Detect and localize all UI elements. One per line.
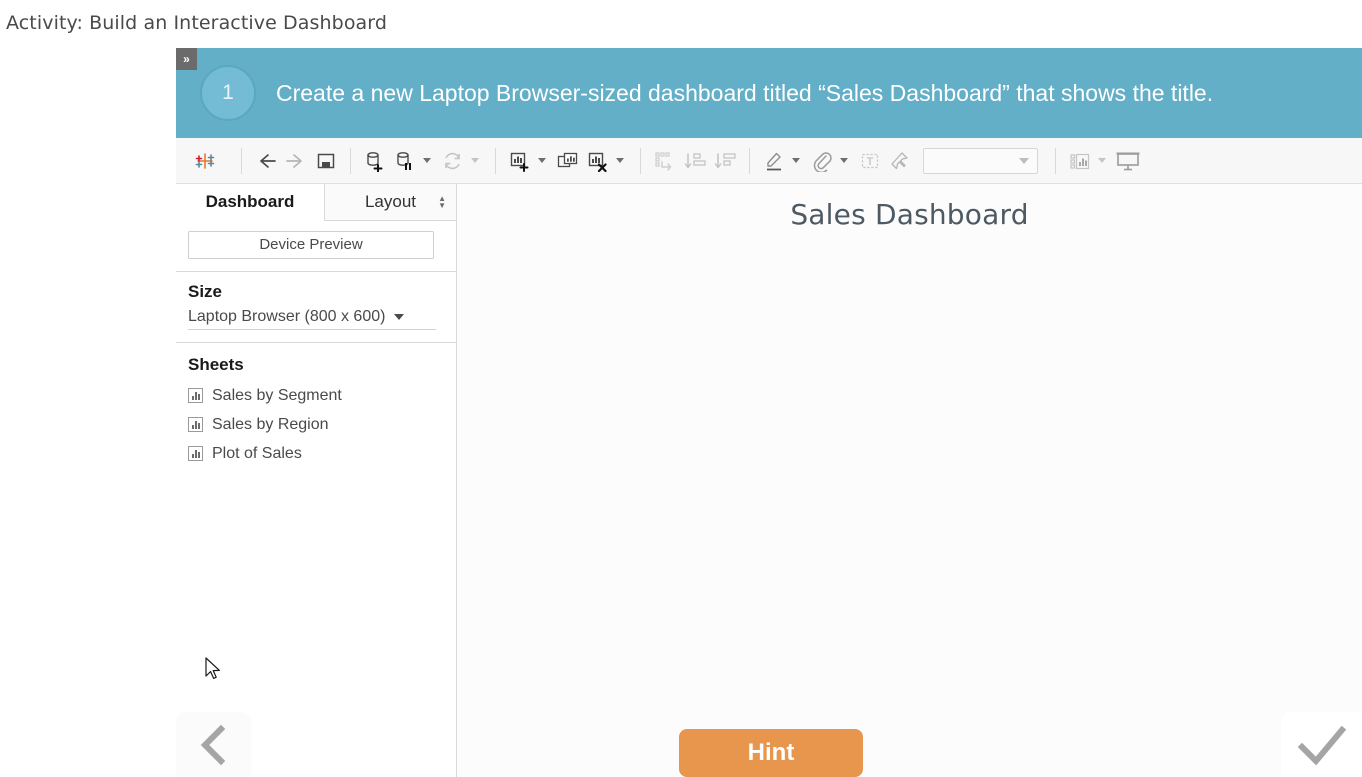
pause-data-updates-icon[interactable] [390, 144, 420, 178]
back-arrow-icon[interactable] [251, 144, 281, 178]
fit-dropdown[interactable] [923, 147, 1038, 174]
new-worksheet-icon[interactable] [505, 144, 535, 178]
sidebar-tabstrip: Dashboard Layout ▲ ▼ [176, 184, 456, 221]
instruction-text: Create a new Laptop Browser-sized dashbo… [276, 80, 1214, 106]
sort-descending-icon[interactable] [710, 144, 740, 178]
swap-rows-columns-icon[interactable] [650, 144, 680, 178]
sort-ascending-icon[interactable] [680, 144, 710, 178]
app-body: Dashboard Layout ▲▼ Device Preview Size [176, 184, 1362, 777]
refresh-dropdown-caret-icon[interactable] [471, 158, 479, 163]
show-hide-cards-icon[interactable] [1065, 144, 1095, 178]
toolbar-separator [241, 147, 242, 174]
tab-layout[interactable]: Layout ▲ ▼ [324, 184, 456, 220]
save-icon[interactable] [311, 144, 341, 178]
sheet-item-plot-of-sales[interactable]: Plot of Sales [188, 439, 444, 468]
tableau-app-window: » 1 Create a new Laptop Browser-sized da… [176, 48, 1362, 777]
tab-dashboard[interactable]: Dashboard [176, 184, 324, 221]
sheets-section: Sheets Sales by Segment Sales by Region … [176, 343, 456, 468]
sheet-item-label: Sales by Segment [212, 386, 342, 404]
show-mark-labels-icon[interactable]: T [855, 144, 885, 178]
device-preview-section: Device Preview [176, 221, 456, 272]
highlight-dropdown-caret-icon[interactable] [792, 158, 800, 163]
toolbar-separator [640, 147, 641, 174]
worksheet-icon [188, 417, 203, 432]
toolbar-separator [749, 147, 750, 174]
new-worksheet-dropdown-caret-icon[interactable] [538, 158, 546, 163]
chevron-down-icon [394, 314, 405, 320]
size-dropdown-value: Laptop Browser (800 x 600) [188, 308, 386, 325]
hint-button[interactable]: Hint [679, 729, 863, 777]
dashboard-canvas[interactable]: Sales Dashboard [457, 184, 1362, 777]
group-dropdown-caret-icon[interactable] [840, 158, 848, 163]
page-title: Activity: Build an Interactive Dashboard [6, 12, 388, 34]
svg-text:T: T [867, 156, 874, 168]
presentation-mode-icon[interactable] [1113, 144, 1143, 178]
show-hide-cards-dropdown-caret-icon[interactable] [1098, 158, 1106, 163]
step-number-badge: 1 [200, 65, 256, 121]
check-icon [1297, 725, 1346, 765]
size-section-title: Size [188, 282, 223, 301]
toolbar-separator [495, 147, 496, 174]
clear-sheet-dropdown-caret-icon[interactable] [616, 158, 624, 163]
worksheet-icon [188, 388, 203, 403]
toolbar: T [176, 138, 1362, 184]
pause-updates-dropdown-caret-icon[interactable] [423, 158, 431, 163]
mouse-cursor [205, 657, 223, 688]
toolbar-separator [350, 147, 351, 174]
clear-sheet-icon[interactable] [583, 144, 613, 178]
device-preview-button[interactable]: Device Preview [188, 231, 434, 259]
toolbar-separator [1055, 147, 1056, 174]
instruction-banner: » 1 Create a new Laptop Browser-sized da… [176, 48, 1362, 138]
sheet-item-label: Plot of Sales [212, 444, 302, 462]
size-dropdown[interactable]: Laptop Browser (800 x 600) [188, 308, 436, 330]
chevron-down-icon [1019, 157, 1029, 164]
refresh-data-source-icon[interactable] [438, 144, 468, 178]
tableau-logo-icon[interactable] [190, 144, 220, 178]
dashboard-title: Sales Dashboard [790, 198, 1029, 231]
sheet-item-sales-by-segment[interactable]: Sales by Segment [188, 381, 444, 410]
tab-layout-label: Layout [364, 192, 417, 211]
sheet-item-label: Sales by Region [212, 415, 329, 433]
dashboard-sidebar: Dashboard Layout ▲▼ Device Preview Size [176, 184, 457, 777]
screenshot-root: Activity: Build an Interactive Dashboard… [0, 0, 1362, 777]
new-data-source-icon[interactable] [360, 144, 390, 178]
forward-arrow-icon[interactable] [281, 144, 311, 178]
next-step-button[interactable] [1281, 712, 1362, 777]
duplicate-sheet-icon[interactable] [553, 144, 583, 178]
highlight-icon[interactable] [759, 144, 789, 178]
fix-axes-icon[interactable] [885, 144, 915, 178]
tab-dashboard-label: Dashboard [205, 192, 295, 211]
worksheet-icon [188, 446, 203, 461]
chevron-left-icon [200, 724, 225, 765]
group-members-icon[interactable] [807, 144, 837, 178]
sort-toggle-icon[interactable]: ▲ ▼ [438, 195, 446, 210]
collapse-banner-icon[interactable]: » [176, 48, 197, 70]
step-number-label: 1 [222, 81, 234, 104]
size-section: Size Laptop Browser (800 x 600) [176, 272, 456, 343]
sheets-section-title: Sheets [188, 355, 244, 374]
previous-step-button[interactable] [176, 712, 251, 777]
sheet-item-sales-by-region[interactable]: Sales by Region [188, 410, 444, 439]
